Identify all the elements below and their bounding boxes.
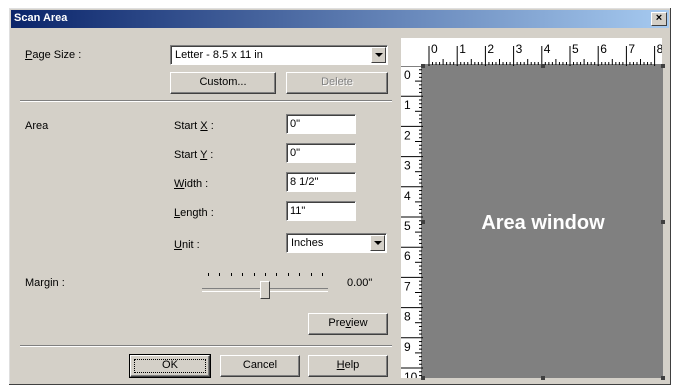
ruler-label: 2 [404,128,411,142]
slider-tick [299,273,301,276]
start-y-label: Start Y : [174,149,214,161]
divider-top [20,100,392,102]
width-field[interactable]: 8 1/2" [286,172,356,192]
ruler-label: 10 [404,370,418,378]
length-label: Length : [174,207,214,219]
ruler-label: 4 [404,189,411,203]
resize-handle-br[interactable] [661,376,665,380]
unit-label: Unit : [174,239,200,251]
divider-bottom [20,345,392,347]
ruler-label: 9 [404,340,411,354]
resize-handle-r[interactable] [661,220,665,224]
margin-label: Margin : [25,277,65,289]
resize-handle-b[interactable] [541,376,545,380]
resize-handle-tl[interactable] [421,64,425,68]
ruler-label: 3 [516,42,523,56]
unit-value: Inches [291,237,324,249]
margin-value: 0.00" [347,277,373,289]
page-size-value: Letter - 8.5 x 11 in [175,49,263,61]
ruler-label: 1 [404,98,411,112]
slider-tick [208,273,209,276]
preview-button[interactable]: Preview [308,313,388,335]
cancel-button[interactable]: Cancel [220,355,300,377]
margin-slider-thumb[interactable] [260,281,270,299]
ruler-label: 5 [404,219,411,233]
ruler-horizontal: 0 1 2 3 4 5 6 7 8 [401,38,662,66]
start-x-field[interactable]: 0" [286,114,356,134]
slider-tick [287,273,289,276]
ruler-label: 0 [404,68,411,82]
unit-select[interactable]: Inches [286,233,387,253]
resize-handle-tr[interactable] [661,64,665,68]
ruler-label: 5 [572,42,579,56]
ruler-label: 7 [628,42,635,56]
help-button[interactable]: Help [308,355,388,377]
title-bar[interactable]: Scan Area × [11,10,669,28]
ruler-label: 8 [404,310,411,324]
slider-tick [253,273,255,276]
page-size-select[interactable]: Letter - 8.5 x 11 in [170,45,388,65]
custom-button[interactable]: Custom... [170,72,276,94]
ruler-label: 7 [404,279,411,293]
area-window-label: Area window [481,212,605,234]
width-label: Width : [174,178,209,190]
ruler-label: 4 [544,42,551,56]
area-window[interactable]: Area window [421,64,665,380]
slider-tick [242,273,244,276]
start-y-field[interactable]: 0" [286,143,356,163]
start-x-label: Start X : [174,120,214,132]
resize-handle-bl[interactable] [421,376,425,380]
ruler-label: 6 [600,42,607,56]
page-size-label: Page Size : [25,49,82,61]
ruler-label: 2 [487,42,494,56]
slider-tick [310,273,312,276]
length-field[interactable]: 11" [286,201,356,221]
ruler-label: 3 [404,159,411,173]
slider-tick [265,273,266,276]
focus-rect [134,359,206,373]
chevron-down-icon[interactable] [371,47,386,63]
slider-tick [230,273,232,276]
close-button[interactable]: × [651,12,667,26]
close-icon: × [655,12,663,24]
ruler-label: 0 [431,42,438,56]
window-title: Scan Area [14,12,68,24]
delete-button[interactable]: Delete [286,72,388,94]
slider-tick [322,273,323,276]
ruler-label: 8 [657,42,662,56]
ruler-vertical: 0 1 2 3 4 5 6 7 8 9 10 [401,66,423,378]
chevron-down-icon[interactable] [370,235,385,251]
resize-handle-t[interactable] [541,64,545,68]
slider-tick [219,273,221,276]
ruler-label: 1 [459,42,466,56]
ok-button[interactable]: OK [129,354,211,378]
resize-handle-l[interactable] [421,220,425,224]
slider-tick [276,273,278,276]
ruler-label: 6 [404,249,411,263]
area-label: Area [25,120,49,132]
